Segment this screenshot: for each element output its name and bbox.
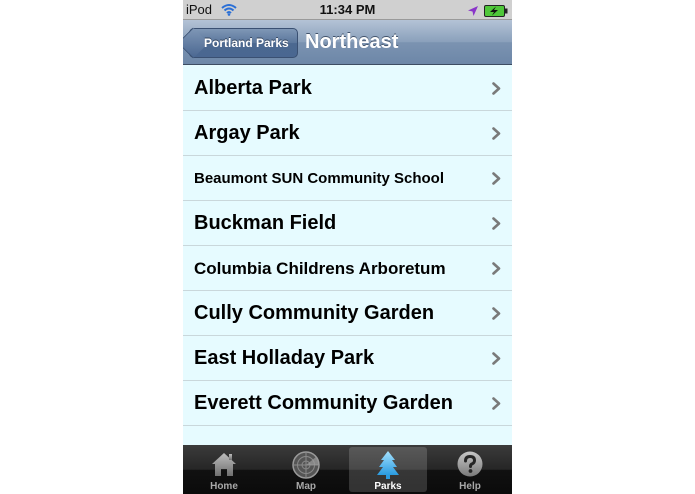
tab-map-label: Map bbox=[296, 481, 316, 492]
park-list-item[interactable]: East Holladay Park bbox=[183, 336, 512, 381]
chevron-right-icon bbox=[492, 172, 501, 190]
back-button[interactable]: Portland Parks bbox=[189, 28, 298, 58]
park-list-item[interactable]: Beaumont SUN Community School bbox=[183, 156, 512, 201]
park-list-item[interactable]: Everett Community Garden bbox=[183, 381, 512, 426]
tab-home-label: Home bbox=[210, 481, 238, 492]
tab-map[interactable]: Map bbox=[267, 447, 345, 492]
park-name: Cully Community Garden bbox=[194, 302, 435, 324]
park-name: Argay Park bbox=[194, 122, 300, 144]
status-bar: iPod 11:34 PM bbox=[183, 0, 512, 20]
park-list-item[interactable]: Columbia Childrens Arboretum bbox=[183, 246, 512, 291]
park-list-item[interactable]: Buckman Field bbox=[183, 201, 512, 246]
park-name: Columbia Childrens Arboretum bbox=[194, 259, 446, 278]
page-title: Northeast bbox=[305, 31, 399, 53]
status-time: 11:34 PM bbox=[319, 2, 376, 17]
park-name: Buckman Field bbox=[194, 212, 337, 234]
park-list-item[interactable]: Alberta Park bbox=[183, 66, 512, 111]
park-name: East Holladay Park bbox=[194, 347, 375, 369]
tab-bar: Home Map Parks Help bbox=[183, 445, 512, 494]
back-button-label: Portland Parks bbox=[204, 36, 289, 50]
home-icon bbox=[185, 450, 263, 478]
tab-parks-label: Parks bbox=[374, 481, 402, 492]
tab-help[interactable]: Help bbox=[431, 447, 509, 492]
navigation-bar: Portland Parks Northeast bbox=[183, 20, 512, 65]
chevron-right-icon bbox=[492, 82, 501, 100]
radar-map-icon bbox=[267, 450, 345, 479]
park-name: Alberta Park bbox=[194, 77, 312, 99]
chevron-right-icon bbox=[492, 352, 501, 370]
tab-parks[interactable]: Parks bbox=[349, 447, 427, 492]
phone-screen: iPod 11:34 PM Portland Parks Northeast A… bbox=[183, 0, 512, 494]
park-list: Alberta Park Argay Park Beaumont SUN Commu… bbox=[183, 66, 512, 471]
tab-help-label: Help bbox=[459, 481, 481, 492]
tree-icon bbox=[349, 450, 427, 479]
park-list-item[interactable]: Cully Community Garden bbox=[183, 291, 512, 336]
chevron-right-icon bbox=[492, 127, 501, 145]
help-icon bbox=[431, 450, 509, 478]
chevron-right-icon bbox=[492, 307, 501, 325]
park-name: Everett Community Garden bbox=[194, 392, 453, 414]
tab-home[interactable]: Home bbox=[185, 447, 263, 492]
chevron-right-icon bbox=[492, 397, 501, 415]
park-name: Beaumont SUN Community School bbox=[194, 170, 445, 187]
chevron-right-icon bbox=[492, 217, 501, 235]
chevron-right-icon bbox=[492, 262, 501, 280]
park-list-item[interactable]: Argay Park bbox=[183, 111, 512, 156]
